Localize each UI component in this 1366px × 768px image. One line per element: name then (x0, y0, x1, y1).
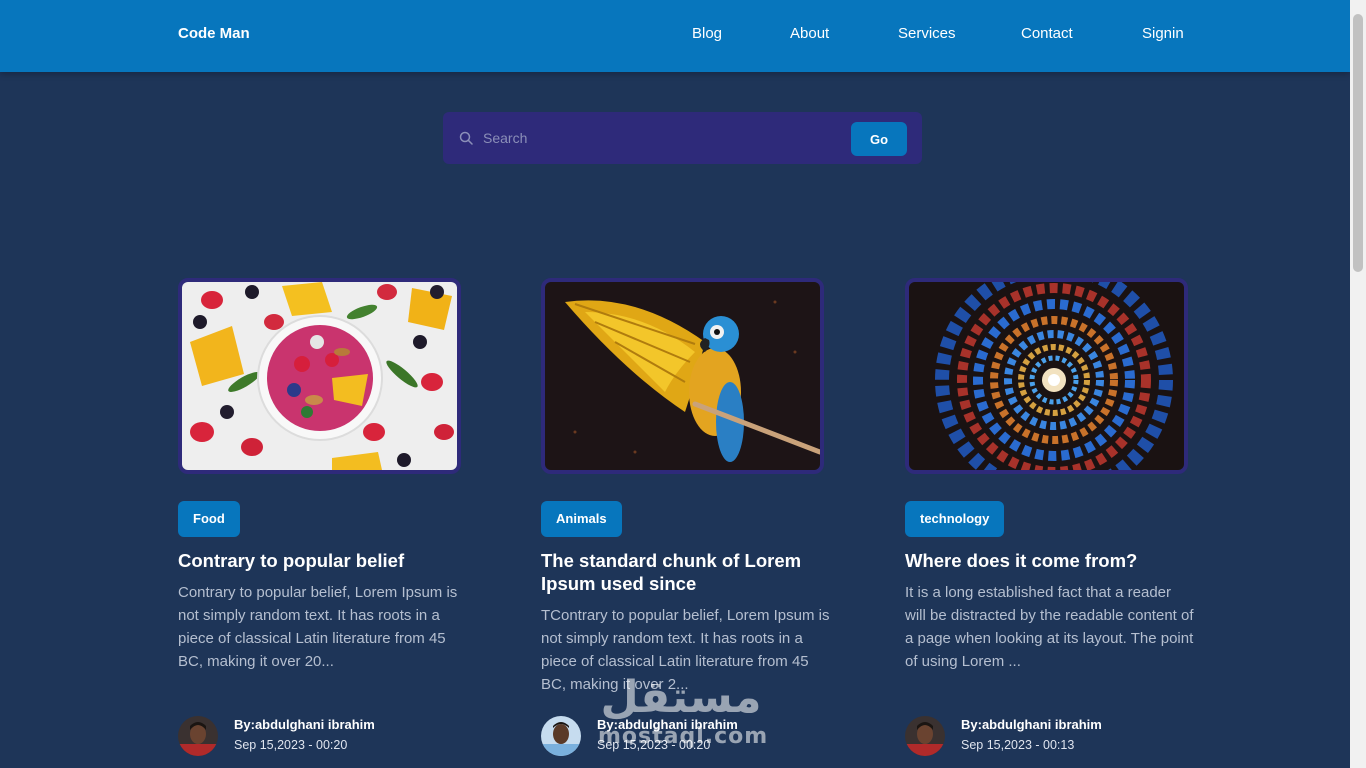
author-name[interactable]: By:abdulghani ibrahim (234, 717, 375, 732)
search-bar: Go (443, 112, 922, 164)
nav-link-signin[interactable]: Signin (1142, 25, 1184, 42)
category-tag[interactable]: Food (178, 501, 240, 537)
author-name[interactable]: By:abdulghani ibrahim (961, 717, 1102, 732)
nav-link-services[interactable]: Services (898, 25, 956, 42)
post-image-fruit-bowl[interactable] (178, 278, 461, 474)
post-card-technology: technology Where does it come from? It i… (905, 278, 1194, 756)
go-button[interactable]: Go (851, 122, 907, 156)
post-card-food: Food Contrary to popular belief Contrary… (178, 278, 463, 756)
page-scrollbar[interactable] (1350, 0, 1366, 768)
post-date: Sep 15,2023 - 00:20 (234, 738, 348, 752)
author-name[interactable]: By:abdulghani ibrahim (597, 717, 738, 732)
post-date: Sep 15,2023 - 00:20 (597, 738, 711, 752)
nav-link-about[interactable]: About (790, 25, 829, 42)
brand-logo[interactable]: Code Man (178, 25, 250, 42)
post-title[interactable]: The standard chunk of Lorem Ipsum used s… (541, 549, 831, 595)
nav-link-contact[interactable]: Contact (1021, 25, 1073, 42)
author-info: By:abdulghani ibrahim Sep 15,2023 - 00:2… (541, 716, 831, 758)
category-tag[interactable]: technology (905, 501, 1005, 537)
category-tag[interactable]: Animals (541, 501, 622, 537)
post-image-parrot[interactable] (541, 278, 824, 474)
post-excerpt: TContrary to popular belief, Lorem Ipsum… (541, 607, 830, 693)
post-image-stained-glass-spiral[interactable] (905, 278, 1188, 474)
post-title[interactable]: Contrary to popular belief (178, 549, 468, 572)
post-card-animals: Animals The standard chunk of Lorem Ipsu… (541, 278, 829, 756)
author-info: By:abdulghani ibrahim Sep 15,2023 - 00:2… (178, 716, 468, 758)
search-input[interactable] (483, 124, 843, 152)
avatar (178, 716, 218, 756)
nav-link-blog[interactable]: Blog (692, 25, 722, 42)
post-excerpt: Contrary to popular belief, Lorem Ipsum … (178, 584, 458, 670)
avatar (905, 716, 945, 756)
post-title[interactable]: Where does it come from? (905, 549, 1195, 572)
scrollbar-thumb[interactable] (1353, 14, 1363, 272)
search-icon (459, 131, 473, 145)
post-date: Sep 15,2023 - 00:13 (961, 738, 1075, 752)
post-excerpt: It is a long established fact that a rea… (905, 584, 1194, 670)
avatar (541, 716, 581, 756)
author-info: By:abdulghani ibrahim Sep 15,2023 - 00:1… (905, 716, 1195, 758)
navbar: Code Man Blog About Services Contact Sig… (0, 0, 1350, 72)
